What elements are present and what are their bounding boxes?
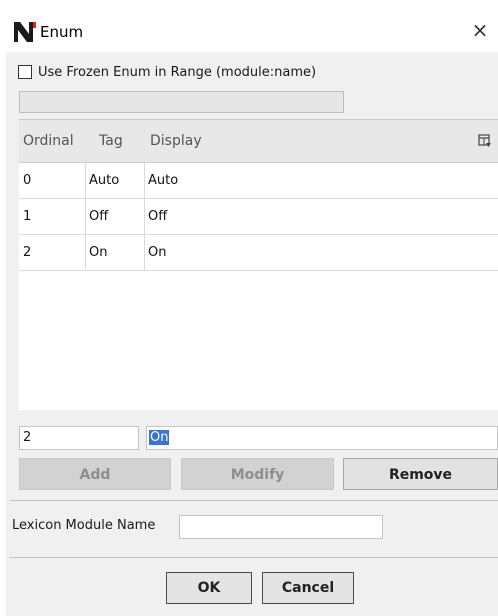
display-input-value: On (149, 430, 170, 445)
ordinal-input[interactable]: 2 (19, 426, 139, 450)
title-bar[interactable]: Enum × (0, 0, 498, 52)
table-row[interactable]: 0 Auto Auto (19, 163, 498, 199)
enum-dialog: Enum × Use Frozen Enum in Range (module:… (0, 0, 498, 616)
cell-display: Off (148, 209, 168, 224)
cell-ordinal: 2 (23, 245, 32, 260)
divider (10, 500, 498, 501)
remove-button[interactable]: Remove (343, 458, 498, 490)
frozen-range-field (19, 91, 344, 113)
cancel-button[interactable]: Cancel (262, 572, 354, 604)
cell-tag: Off (89, 209, 109, 224)
cell-display: Auto (148, 173, 179, 188)
cell-ordinal: 0 (23, 173, 32, 188)
close-button[interactable]: × (468, 17, 492, 43)
column-header-display[interactable]: Display (150, 120, 202, 162)
cell-display: On (148, 245, 167, 260)
window-title: Enum (40, 23, 84, 41)
cell-tag: Auto (89, 173, 120, 188)
modify-button[interactable]: Modify (181, 458, 334, 490)
column-header-ordinal[interactable]: Ordinal (23, 120, 74, 162)
frozen-enum-checkbox[interactable] (18, 65, 32, 79)
lexicon-module-input[interactable] (179, 515, 383, 539)
column-chooser-icon[interactable] (478, 134, 492, 148)
lexicon-module-label: Lexicon Module Name (12, 518, 156, 533)
niagara-n-icon (14, 22, 36, 42)
cell-tag: On (89, 245, 108, 260)
divider (10, 557, 498, 558)
table-row[interactable]: 1 Off Off (19, 199, 498, 235)
frozen-enum-label: Use Frozen Enum in Range (module:name) (38, 64, 317, 80)
left-frame-edge (0, 52, 6, 616)
frozen-enum-row[interactable]: Use Frozen Enum in Range (module:name) (18, 62, 316, 82)
cell-ordinal: 1 (23, 209, 32, 224)
column-header-tag[interactable]: Tag (99, 120, 123, 162)
table-header: Ordinal Tag Display (19, 120, 498, 163)
ok-button[interactable]: OK (166, 572, 252, 604)
table-row[interactable]: 2 On On (19, 235, 498, 271)
enum-table: Ordinal Tag Display 0 Auto Auto 1 Off Of… (19, 119, 498, 410)
add-button[interactable]: Add (19, 458, 171, 490)
display-input[interactable]: On (146, 426, 498, 450)
